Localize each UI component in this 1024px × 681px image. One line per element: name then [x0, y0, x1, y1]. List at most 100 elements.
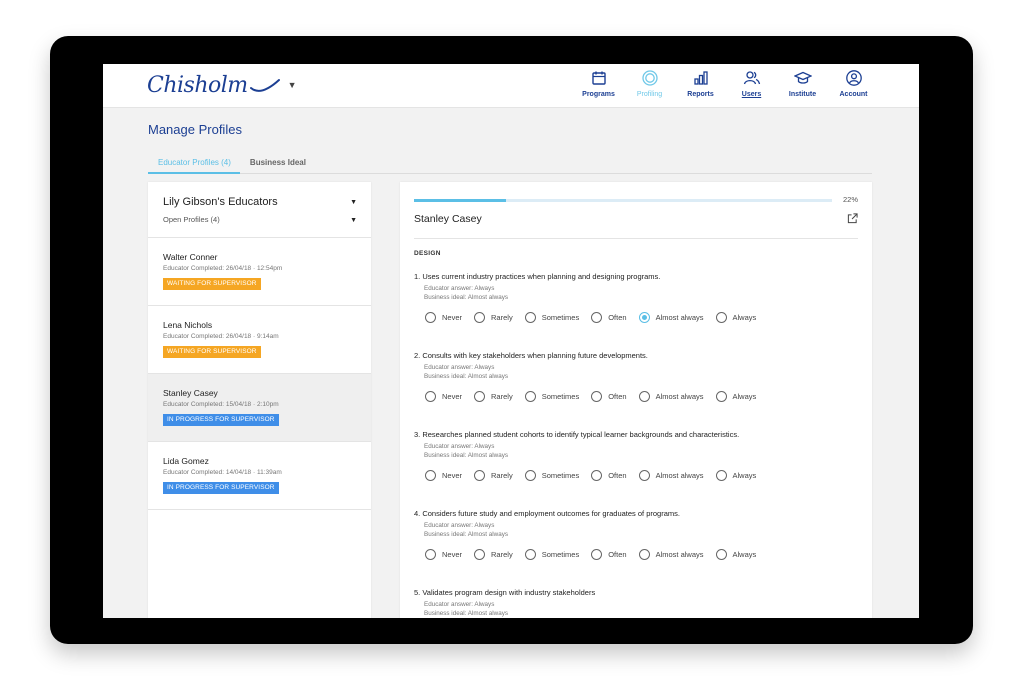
- question-item: 5. Validates program design with industr…: [414, 588, 858, 617]
- answer-option[interactable]: Sometimes: [524, 470, 580, 481]
- answer-option[interactable]: Almost always: [638, 391, 704, 402]
- radio-button[interactable]: [524, 312, 536, 323]
- educator-list-item[interactable]: Lena Nichols Educator Completed: 26/04/18…: [148, 306, 371, 374]
- account-icon: [845, 70, 862, 86]
- answer-option[interactable]: Always: [715, 312, 757, 323]
- status-badge: IN PROGRESS FOR SUPERVISOR: [163, 414, 279, 426]
- business-ideal: Business ideal: Almost always: [424, 531, 508, 538]
- answer-option[interactable]: Rarely: [474, 312, 513, 323]
- option-label: Always: [732, 313, 757, 322]
- answer-option[interactable]: Almost always: [638, 549, 704, 560]
- radio-button[interactable]: [638, 312, 650, 323]
- radio-button[interactable]: [425, 312, 436, 323]
- answer-option[interactable]: Almost always: [638, 470, 704, 481]
- option-label: Almost always: [655, 313, 704, 322]
- question-text: 4. Considers future study and employment…: [414, 509, 680, 518]
- radio-button[interactable]: [474, 549, 486, 560]
- radio-button[interactable]: [524, 549, 536, 560]
- option-label: Almost always: [655, 392, 704, 401]
- option-label: Never: [442, 392, 463, 401]
- option-label: Often: [608, 471, 627, 480]
- radio-button[interactable]: [715, 549, 727, 560]
- radio-button[interactable]: [524, 391, 536, 402]
- answer-options: Never Rarely Sometimes Often Almost always Al…: [425, 391, 858, 402]
- educator-list-item[interactable]: Lida Gomez Educator Completed: 14/04/18 ·…: [148, 442, 371, 510]
- answer-option[interactable]: Never: [425, 391, 462, 402]
- nav-programs[interactable]: Programs: [573, 69, 624, 98]
- progress-bar: [414, 199, 832, 202]
- business-ideal: Business ideal: Almost always: [424, 373, 508, 380]
- nav-account[interactable]: Account: [828, 69, 879, 98]
- answer-option[interactable]: Often: [591, 470, 627, 481]
- answer-option[interactable]: Rarely: [474, 470, 513, 481]
- educators-panel-title: Lily Gibson's Educators: [163, 196, 278, 208]
- answer-option[interactable]: Often: [591, 549, 627, 560]
- nav-institute[interactable]: Institute: [777, 69, 828, 98]
- radio-button[interactable]: [591, 549, 603, 560]
- answer-option[interactable]: Always: [715, 470, 756, 481]
- option-label: Almost always: [655, 550, 704, 559]
- filter-dropdown-icon[interactable]: ▼: [350, 217, 357, 224]
- tab-educator-profiles[interactable]: Educator Profiles (4): [148, 154, 240, 174]
- educator-list-item[interactable]: Stanley Casey Educator Completed: 15/04/1…: [148, 374, 371, 442]
- external-link-icon[interactable]: [847, 213, 858, 224]
- radio-button[interactable]: [638, 391, 650, 402]
- answer-option[interactable]: Rarely: [474, 391, 513, 402]
- answer-option[interactable]: Never: [425, 312, 462, 323]
- answer-option[interactable]: Sometimes: [524, 549, 580, 560]
- title-dropdown-icon[interactable]: ▼: [350, 199, 357, 206]
- logo-text: Chisholm: [147, 72, 248, 98]
- open-profiles-filter[interactable]: Open Profiles (4): [163, 215, 357, 224]
- radio-button[interactable]: [591, 312, 603, 323]
- radio-button[interactable]: [474, 470, 486, 481]
- radio-button[interactable]: [425, 549, 436, 560]
- nav-profiling[interactable]: Profiling: [624, 69, 675, 98]
- main-nav: Programs Profiling Reports Users Institu…: [573, 69, 879, 98]
- answer-option[interactable]: Often: [591, 312, 627, 323]
- radio-button[interactable]: [425, 470, 436, 481]
- option-label: Often: [608, 392, 627, 401]
- profile-panel: 22% Stanley Casey DESIGN 1. Uses current…: [400, 182, 872, 618]
- tab-business-ideal[interactable]: Business Ideal: [240, 154, 315, 174]
- progress-bar-fill: [414, 199, 506, 202]
- answer-option[interactable]: Sometimes: [524, 312, 579, 323]
- question-text: 3. Researches planned student cohorts to…: [414, 430, 740, 439]
- option-label: Never: [442, 471, 463, 480]
- option-label: Sometimes: [541, 471, 580, 480]
- answer-option[interactable]: Never: [425, 549, 462, 560]
- answer-options: Never Rarely Sometimes Often Almost always Al…: [425, 549, 858, 560]
- answer-option[interactable]: Sometimes: [524, 391, 579, 402]
- radio-button[interactable]: [591, 470, 603, 481]
- radio-button[interactable]: [638, 470, 650, 481]
- educator-completed-date: Educator Completed: 26/04/18 · 12:54pm: [163, 265, 283, 272]
- radio-button[interactable]: [715, 391, 727, 402]
- option-label: Never: [442, 313, 463, 322]
- question-item: 1. Uses current industry practices when …: [414, 272, 858, 323]
- answer-option[interactable]: Always: [715, 549, 756, 560]
- answer-option[interactable]: Often: [591, 391, 627, 402]
- option-label: Rarely: [491, 471, 513, 480]
- answer-option[interactable]: Rarely: [474, 549, 513, 560]
- educator-name: Lena Nichols: [163, 320, 213, 330]
- question-item: 2. Consults with key stakeholders when p…: [414, 351, 858, 402]
- radio-button[interactable]: [524, 470, 536, 481]
- radio-button[interactable]: [715, 312, 727, 323]
- radio-button[interactable]: [715, 470, 727, 481]
- option-label: Sometimes: [541, 550, 580, 559]
- nav-users[interactable]: Users: [726, 69, 777, 98]
- radio-button[interactable]: [474, 312, 486, 323]
- radio-button[interactable]: [591, 391, 603, 402]
- answer-option[interactable]: Always: [715, 391, 756, 402]
- option-label: Often: [608, 550, 627, 559]
- answer-option[interactable]: Never: [425, 470, 462, 481]
- educator-name: Stanley Casey: [163, 388, 218, 398]
- radio-button[interactable]: [638, 549, 650, 560]
- answer-option[interactable]: Almost always: [638, 312, 704, 323]
- radio-button[interactable]: [474, 391, 486, 402]
- radio-button[interactable]: [425, 391, 436, 402]
- educator-list-item[interactable]: Walter Conner Educator Completed: 26/04/1…: [148, 238, 371, 306]
- question-text: 1. Uses current industry practices when …: [414, 272, 661, 281]
- logo-caret-icon[interactable]: ▼: [288, 80, 297, 90]
- nav-reports[interactable]: Reports: [675, 69, 726, 98]
- brand-logo[interactable]: Chisholm ▼: [147, 70, 297, 100]
